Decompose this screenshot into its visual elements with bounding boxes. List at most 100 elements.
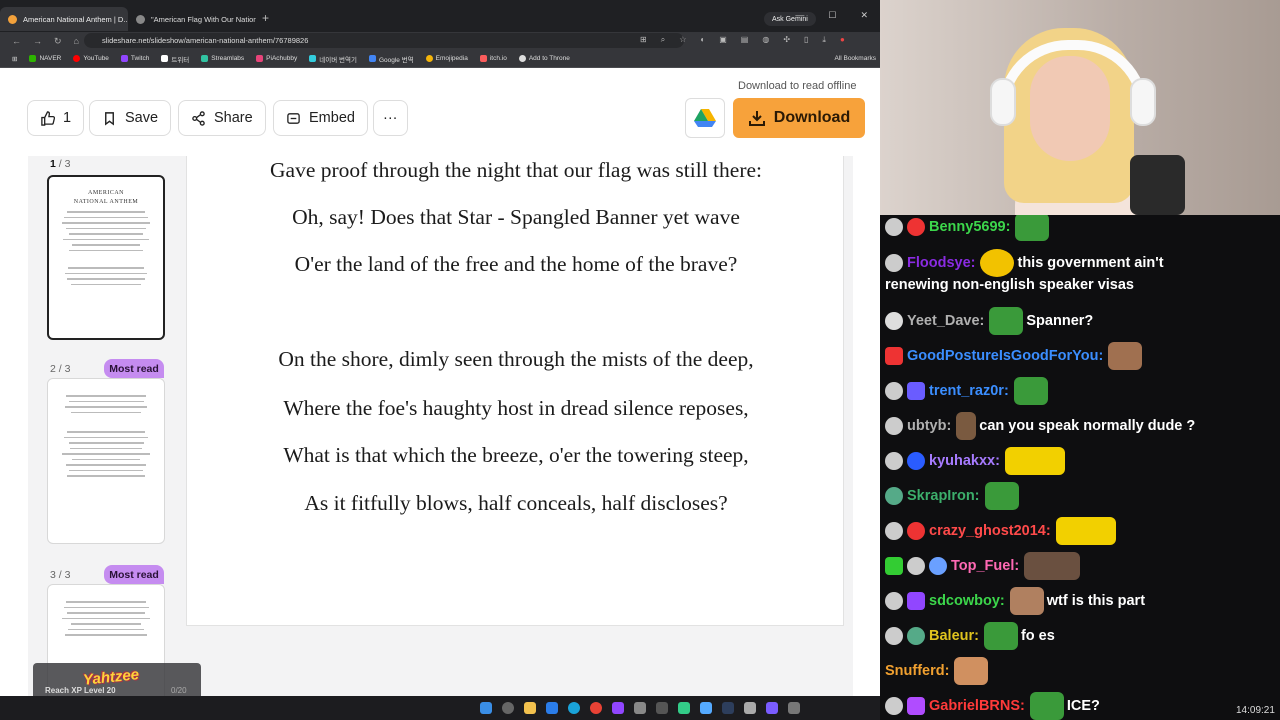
anthem-line: On the shore, dimly seen through the mis…: [278, 347, 754, 371]
embed-button[interactable]: Embed: [273, 100, 368, 136]
address-bar[interactable]: slideshare.net/slideshow/american-nation…: [84, 33, 684, 48]
bookmark-add-to-throne[interactable]: Add to Throne: [518, 55, 570, 62]
maximize-icon[interactable]: ☐: [828, 10, 836, 21]
tab-american-flag[interactable]: "American Flag With Our Nation... ✕: [128, 7, 256, 31]
edge-icon[interactable]: [568, 702, 580, 714]
emote-icon: [1009, 587, 1044, 615]
translate-icon[interactable]: ⊞: [640, 35, 647, 45]
steam-icon[interactable]: [722, 702, 734, 714]
app-icon[interactable]: [700, 702, 712, 714]
bookmark-label: Twitch: [130, 55, 150, 62]
extension-icon[interactable]: ◐: [700, 35, 705, 45]
bookmark-naver[interactable]: NAVER: [29, 55, 61, 62]
save-button[interactable]: Save: [89, 100, 172, 136]
all-bookmarks[interactable]: All Bookmarks: [834, 55, 876, 62]
emote-icon: [1004, 447, 1065, 475]
slide-document: Gave proof through the night that our fl…: [186, 156, 844, 626]
like-count: 1: [63, 110, 72, 126]
more-label: ···: [383, 110, 398, 126]
chat-username[interactable]: Benny5699:: [929, 219, 1010, 235]
search-icon[interactable]: [502, 702, 514, 714]
app-icon[interactable]: [744, 702, 756, 714]
browser-window: American National Anthem | D... ✕ "Ameri…: [0, 0, 880, 720]
tab-bar: American National Anthem | D... ✕ "Ameri…: [0, 0, 880, 32]
chat-username[interactable]: Yeet_Dave:: [907, 313, 984, 329]
chat-badge-icon: [907, 592, 925, 610]
chat-username[interactable]: sdcowboy:: [929, 593, 1005, 609]
chat-username[interactable]: Snufferd:: [885, 663, 949, 679]
new-tab-icon[interactable]: +: [262, 11, 269, 25]
chat-username[interactable]: GoodPostureIsGoodForYou:: [907, 348, 1103, 364]
app-icon[interactable]: [678, 702, 690, 714]
zoom-icon[interactable]: ⌕: [661, 35, 665, 45]
bookmark-piachubby[interactable]: PiAchubby: [256, 55, 297, 62]
close-window-icon[interactable]: ✕: [860, 10, 868, 21]
forward-icon[interactable]: →: [33, 36, 42, 46]
embed-icon: [287, 112, 300, 124]
extension-icon[interactable]: ▤: [741, 35, 749, 45]
chat-message-continued: renewing non-english speaker visas: [885, 273, 1134, 297]
thumbnail-page-2[interactable]: [47, 378, 165, 544]
bookmark-emojipedia[interactable]: Emojipedia: [425, 55, 468, 62]
extension-icon[interactable]: ▣: [719, 35, 727, 45]
extension-icon[interactable]: ◍: [762, 35, 769, 45]
chat-username[interactable]: Baleur:: [929, 628, 979, 644]
chat-message: kyuhakxx:: [885, 447, 1068, 475]
download-icon[interactable]: ⤓: [822, 35, 826, 45]
save-label: Save: [125, 110, 159, 126]
chat-text: renewing non-english speaker visas: [885, 277, 1134, 293]
chat-username[interactable]: kyuhakxx:: [929, 453, 1000, 469]
chat-badge-icon: [885, 557, 903, 575]
thumbnail-page-1[interactable]: AMERICAN NATIONAL ANTHEM: [47, 175, 165, 340]
download-button[interactable]: Download: [733, 98, 865, 138]
home-icon[interactable]: ⌂: [74, 36, 79, 46]
more-options-button[interactable]: ···: [373, 100, 408, 136]
chat-message: trent_raz0r:: [885, 377, 1051, 405]
chat-username[interactable]: Top_Fuel:: [951, 558, 1019, 574]
bookmark-twitch[interactable]: Twitch: [120, 55, 150, 62]
app-icon[interactable]: [612, 702, 624, 714]
emote-icon: [989, 307, 1024, 335]
chat-badge-icon: [885, 627, 903, 645]
chat-text: this government ain't: [1017, 254, 1164, 271]
file-explorer-icon[interactable]: [524, 702, 536, 714]
puzzle-icon[interactable]: ✣: [783, 35, 790, 45]
app-icon[interactable]: [788, 702, 800, 714]
app-icon[interactable]: [634, 702, 646, 714]
system-clock: 14:09:21: [1236, 705, 1275, 716]
chat-username[interactable]: ubtyb:: [907, 418, 951, 434]
bookmark-youtube[interactable]: YouTube: [73, 55, 109, 62]
thumb-page-number: 1 / 3: [50, 158, 70, 170]
back-icon[interactable]: ←: [12, 36, 21, 46]
chat-username[interactable]: Floodsye:: [907, 255, 975, 271]
share-button[interactable]: Share: [178, 100, 266, 136]
chat-username[interactable]: SkrapIron:: [907, 488, 980, 504]
mail-icon[interactable]: [546, 702, 558, 714]
bookmark-itchio[interactable]: itch.io: [479, 55, 507, 62]
emote-icon: [984, 482, 1019, 510]
google-drive-button[interactable]: [685, 98, 725, 138]
reload-icon[interactable]: ↻: [54, 36, 62, 47]
chat-message: ubtyb: can you speak normally dude ?: [885, 412, 1195, 440]
apps-icon[interactable]: ⊞: [12, 55, 17, 63]
bookmark-naver-translate[interactable]: 네이버 번역기: [309, 54, 357, 64]
app-icon[interactable]: [656, 702, 668, 714]
chat-username[interactable]: trent_raz0r:: [929, 383, 1009, 399]
chrome-icon[interactable]: [590, 702, 602, 714]
bookmark-google-translate[interactable]: Google 번역: [368, 54, 414, 64]
sidebar-icon[interactable]: ▯: [804, 35, 808, 45]
tab-american-national-anthem[interactable]: American National Anthem | D... ✕: [0, 7, 128, 31]
chat-badge-icon: [885, 382, 903, 400]
chat-username[interactable]: GabrielBRNS:: [929, 698, 1025, 714]
like-button[interactable]: 1: [27, 100, 85, 136]
chat-message: GabrielBRNS: ICE?: [885, 692, 1100, 720]
bookmark-twitter[interactable]: 트위터: [161, 54, 189, 64]
obs-icon[interactable]: [766, 702, 778, 714]
bookmark-streamlabs[interactable]: Streamlabs: [201, 55, 244, 62]
profile-avatar-icon[interactable]: ●: [840, 35, 845, 45]
windows-start-icon[interactable]: [480, 702, 492, 714]
chat-username[interactable]: crazy_ghost2014:: [929, 523, 1051, 539]
emote-icon: [1108, 342, 1143, 370]
minimize-icon[interactable]: —: [795, 10, 804, 21]
bookmark-star-icon[interactable]: ☆: [679, 35, 686, 45]
